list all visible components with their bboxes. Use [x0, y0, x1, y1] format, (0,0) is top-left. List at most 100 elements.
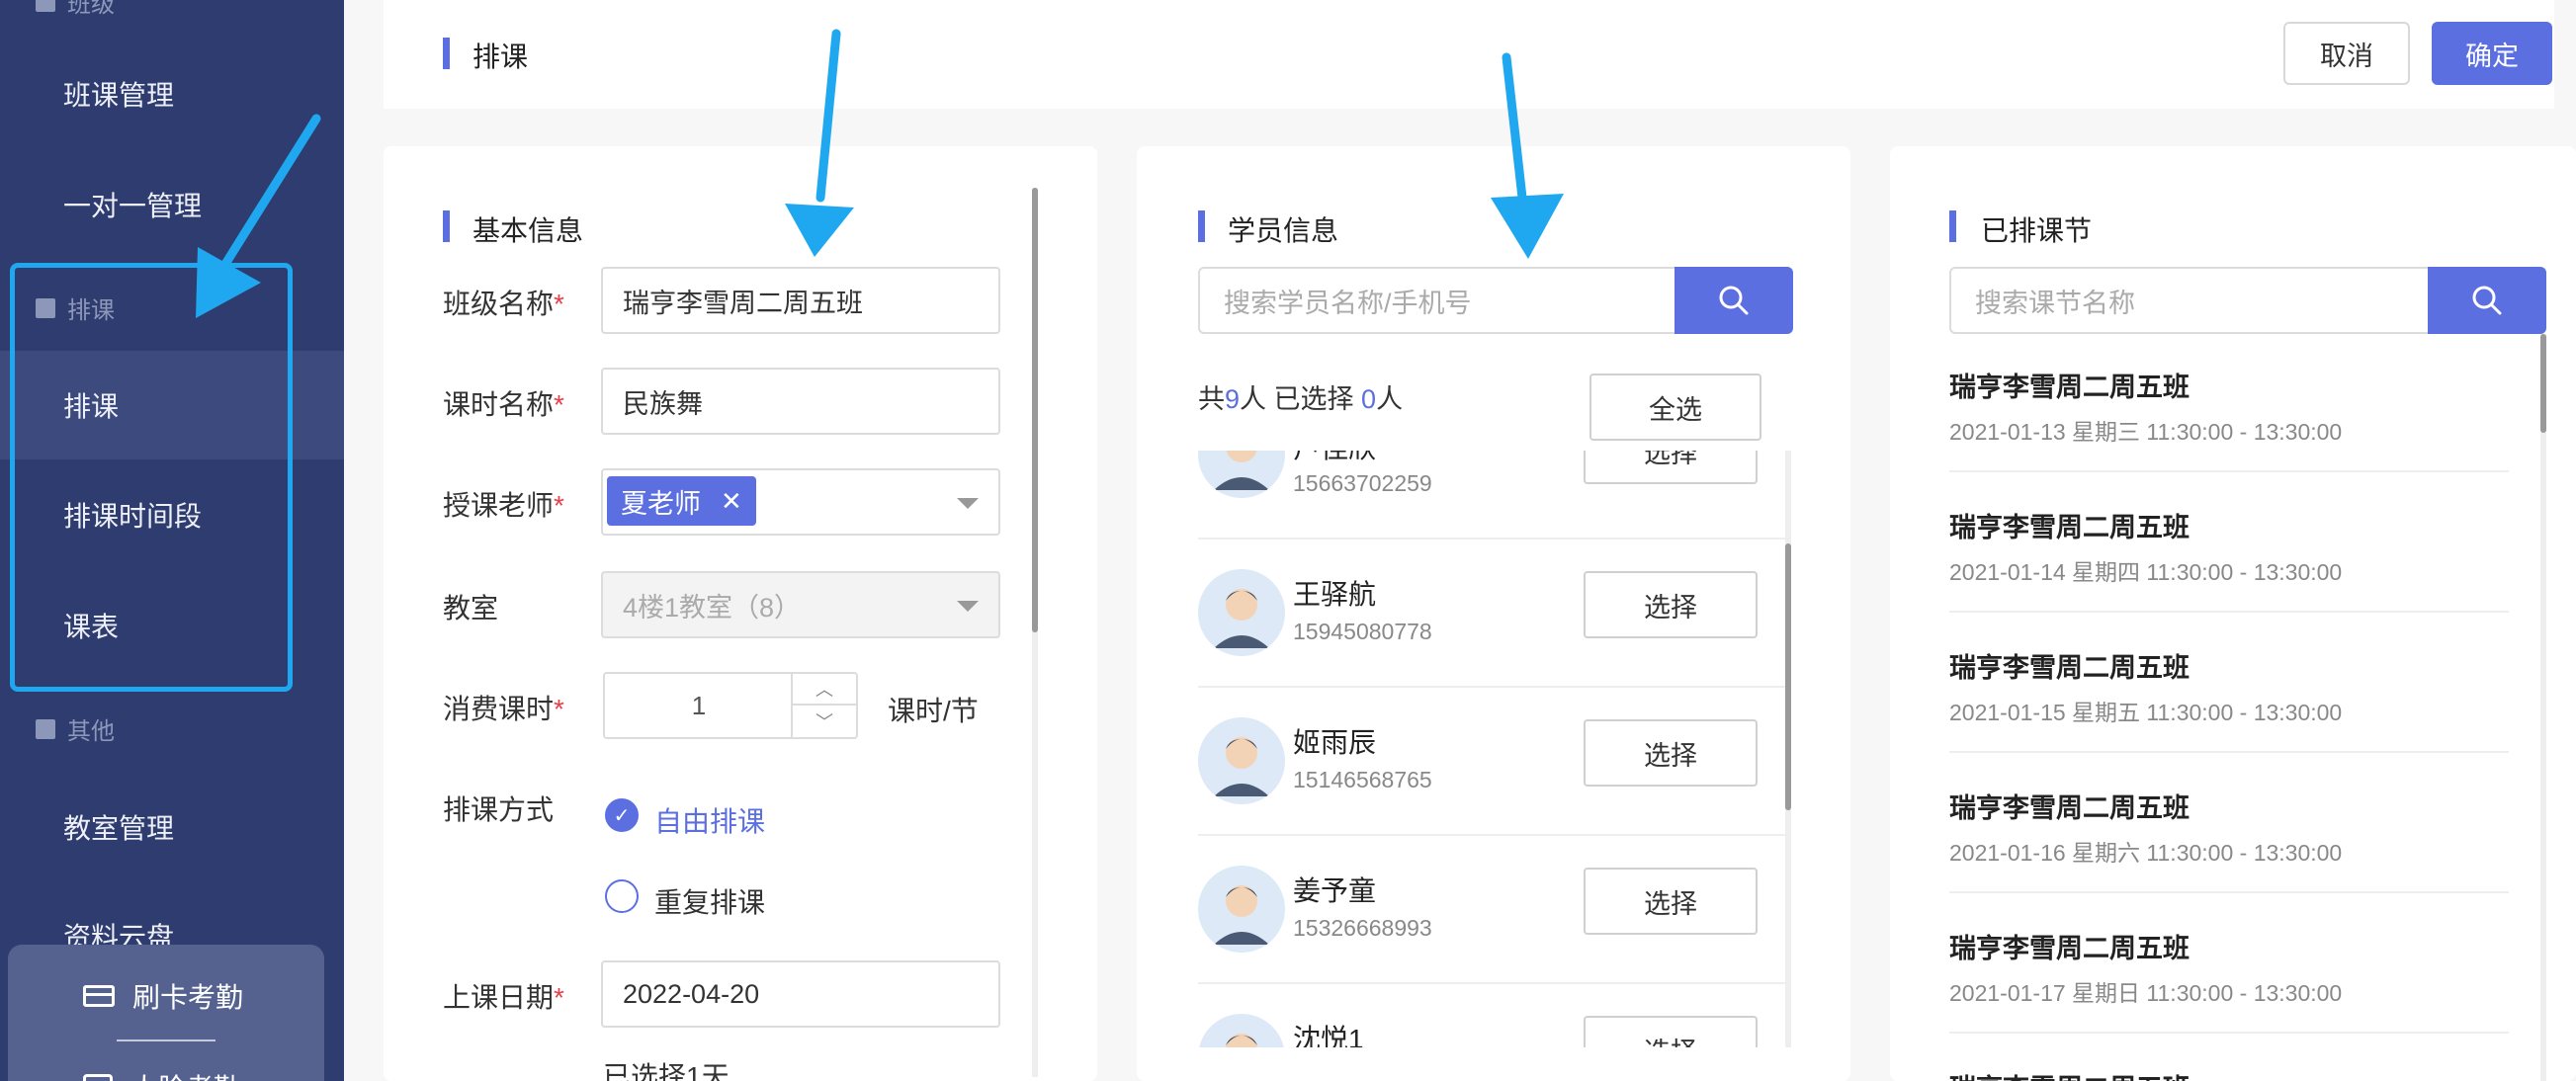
confirm-button[interactable]: 确定 [2432, 22, 2552, 85]
choose-button[interactable]: 选择 [1584, 868, 1758, 935]
consume-unit: 课时/节 [888, 696, 979, 726]
lesson-title: 瑞亨李雪周二周五班 [1949, 1067, 2190, 1081]
avatar [1198, 717, 1285, 804]
sidebar-group-label: 班级 [67, 0, 115, 18]
section-accent-bar [443, 210, 450, 242]
mode-label: 排课方式 [443, 794, 555, 825]
lesson-name-input[interactable]: 民族舞 [601, 368, 1000, 435]
student-search-button[interactable] [1674, 267, 1793, 334]
summary-text: 共 [1198, 384, 1225, 414]
choose-button[interactable]: 选择 [1584, 571, 1758, 638]
divider [1949, 751, 2509, 753]
sidebar-item-class-management[interactable]: 班课管理 [0, 40, 344, 148]
chevron-down-icon[interactable]: ﹀ [791, 706, 856, 737]
class-name-input[interactable]: 瑞亨李雪周二周五班 [601, 267, 1000, 334]
total-count: 9 [1225, 384, 1241, 414]
student-name: 姜予童 [1293, 875, 1377, 906]
sidebar-item-timetable[interactable]: 课表 [0, 571, 344, 680]
student-name: 沈悦1 [1293, 1024, 1364, 1047]
choose-button[interactable]: 选择 [1584, 1016, 1758, 1047]
book-icon [36, 297, 55, 318]
sidebar-item-label: 课表 [63, 612, 120, 642]
search-icon [2472, 286, 2502, 315]
required-mark: * [554, 982, 564, 1013]
sidebar-group-class: 班级 [36, 0, 115, 19]
required-mark: * [554, 389, 564, 420]
scrollbar[interactable] [2540, 334, 2546, 433]
lesson-title: 瑞亨李雪周二周五班 [1949, 934, 2190, 963]
select-all-button[interactable]: 全选 [1589, 374, 1761, 441]
sidebar-item-time-slots[interactable]: 排课时间段 [0, 460, 344, 569]
consume-value[interactable]: 1 [605, 674, 793, 737]
choose-button[interactable]: 选择 [1584, 719, 1758, 787]
section-accent-bar [1198, 210, 1205, 242]
consume-stepper[interactable]: 1 ︿ ﹀ [603, 672, 858, 739]
classroom-select[interactable]: 4楼1教室（8） [601, 571, 1000, 638]
sidebar-item-label: 班课管理 [63, 80, 175, 111]
divider [1198, 686, 1791, 688]
student-name: 王驿航 [1293, 579, 1377, 610]
lesson-time: 2021-01-13 星期三 11:30:00 - 13:30:00 [1949, 419, 2343, 445]
punch-card-label: 刷卡考勤 [132, 982, 244, 1013]
lesson-list: 瑞亨李雪周二周五班 2021-01-13 星期三 11:30:00 - 13:3… [1949, 356, 2513, 1081]
lesson-time: 2021-01-14 星期四 11:30:00 - 13:30:00 [1949, 559, 2343, 585]
divider [1198, 982, 1791, 984]
divider [1949, 611, 2509, 613]
sidebar-group-label: 排课 [67, 297, 115, 324]
sidebar-item-classroom[interactable]: 教室管理 [0, 773, 344, 881]
label-text: 消费课时 [443, 694, 555, 724]
sidebar-item-label: 教室管理 [63, 813, 175, 844]
sidebar-item-one-on-one[interactable]: 一对一管理 [0, 150, 344, 259]
student-summary: 共9人 已选择 0人 [1198, 377, 1403, 416]
class-name-label: 班级名称* [443, 283, 564, 322]
cancel-button[interactable]: 取消 [2283, 22, 2410, 85]
close-icon[interactable]: ✕ [721, 486, 742, 517]
teacher-label: 授课老师* [443, 484, 564, 524]
lesson-search-input[interactable]: 搜索课节名称 [1949, 267, 2430, 334]
punch-card-button[interactable]: 刷卡考勤 [83, 976, 243, 1016]
scrollbar[interactable] [1032, 188, 1038, 632]
face-scan-icon [83, 1074, 113, 1081]
summary-text: 人 [1376, 384, 1404, 414]
scrollbar-track [2540, 334, 2546, 1081]
sidebar-group-label: 其他 [67, 718, 115, 745]
chevron-up-icon[interactable]: ︿ [791, 674, 856, 706]
student-name: 姬雨辰 [1293, 727, 1377, 758]
lesson-time: 2021-01-16 星期六 11:30:00 - 13:30:00 [1949, 840, 2343, 866]
avatar [1198, 451, 1285, 498]
lesson-title: 瑞亨李雪周二周五班 [1949, 513, 2190, 542]
divider [1198, 834, 1791, 836]
teacher-tag: 夏老师 ✕ [607, 476, 756, 526]
choose-button[interactable]: 选择 [1584, 451, 1758, 484]
radio-free[interactable]: ✓ [605, 798, 639, 832]
student-name: 卢佳欣 [1293, 451, 1376, 466]
divider [117, 1039, 215, 1041]
lesson-time: 2021-01-17 星期日 11:30:00 - 13:30:00 [1949, 980, 2343, 1006]
student-phone: 15146568765 [1293, 767, 1432, 792]
label-text: 上课日期 [443, 982, 555, 1013]
selected-count: 0 [1361, 384, 1377, 414]
sidebar-item-schedule[interactable]: 排课 [0, 351, 344, 459]
divider [1198, 538, 1791, 540]
title-accent-bar [443, 38, 450, 69]
face-attendance-label: 人脸考勤 [130, 1067, 241, 1081]
divider [1949, 891, 2509, 893]
date-input[interactable]: 2022-04-20 [601, 960, 1000, 1028]
date-label: 上课日期* [443, 976, 564, 1016]
book-icon [36, 718, 55, 739]
teacher-tag-label: 夏老师 [621, 488, 701, 519]
search-icon [1719, 286, 1749, 315]
student-search-input[interactable]: 搜索学员名称/手机号 [1198, 267, 1676, 334]
student-phone: 15326668993 [1293, 915, 1432, 941]
radio-repeat-label[interactable]: 重复排课 [654, 881, 765, 921]
radio-repeat[interactable] [605, 879, 639, 913]
scrollbar[interactable] [1785, 543, 1791, 810]
teacher-select[interactable]: 夏老师 ✕ [601, 468, 1000, 536]
section-title-basic: 基本信息 [472, 215, 584, 246]
page-header [384, 0, 2554, 109]
page-title: 排课 [472, 42, 529, 72]
face-attendance-button[interactable]: 人脸考勤 [83, 1067, 241, 1081]
radio-free-label[interactable]: 自由排课 [654, 800, 765, 840]
lesson-search-button[interactable] [2428, 267, 2546, 334]
required-mark: * [554, 694, 564, 724]
